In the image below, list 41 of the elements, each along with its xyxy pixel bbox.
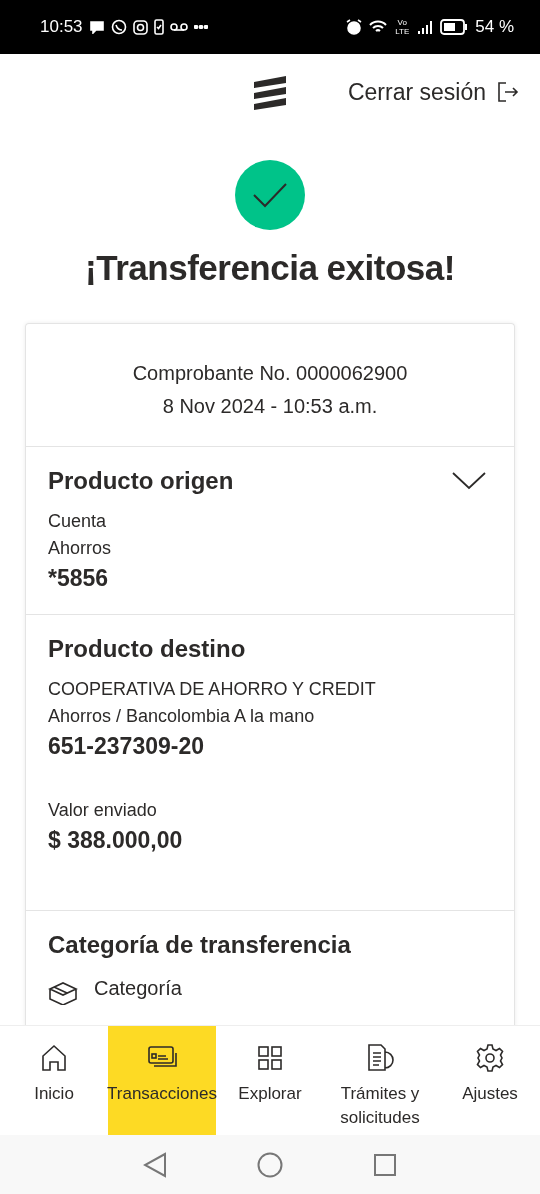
account-number: *5856 <box>48 565 110 592</box>
nav-tab[interactable]: Inicio <box>0 1026 108 1135</box>
nav-tab[interactable]: Trámites y solicitudes <box>324 1026 436 1135</box>
chevron-down-icon[interactable] <box>452 472 486 490</box>
network-label: Vo LTE <box>394 18 411 36</box>
home-circle-icon[interactable] <box>257 1151 283 1178</box>
success-title: ¡Transferencia exitosa! <box>84 248 456 288</box>
logo-icon <box>251 76 289 110</box>
nav-tab[interactable]: Ajustes <box>436 1026 540 1135</box>
back-icon[interactable] <box>143 1151 167 1178</box>
nav-tab[interactable]: Explorar <box>216 1026 324 1135</box>
phone-chat-icon <box>110 19 127 35</box>
camera-icon <box>132 19 148 35</box>
settings-icon <box>474 1042 506 1074</box>
section-title: Producto destino <box>48 635 247 663</box>
account-number: 651-237309-20 <box>48 733 206 760</box>
wifi-icon <box>369 20 388 34</box>
more-dots-icon <box>193 25 208 29</box>
receipt-number: Comprobante No. 0000062900 <box>132 362 408 385</box>
logout-icon <box>496 80 520 104</box>
recents-icon[interactable] <box>373 1152 397 1177</box>
detail-text: COOPERATIVA DE AHORRO Y CREDIT <box>48 679 377 700</box>
voicemail-icon <box>169 22 188 32</box>
battery-icon <box>440 19 469 35</box>
phone-check-icon <box>153 19 164 35</box>
logout-button[interactable]: Cerrar sesión <box>347 78 520 106</box>
detail-text: Ahorros <box>48 538 113 559</box>
signal-icon <box>417 20 434 34</box>
detail-text: Ahorros / Bancolombia A la mano <box>48 706 316 727</box>
clock-time: 10:53 <box>40 17 83 37</box>
battery-percent: 54 % <box>475 17 514 37</box>
chat-bubble-icon <box>88 20 105 34</box>
section-title: Categoría de transferencia <box>48 931 352 959</box>
category-label: Categoría <box>94 977 182 1000</box>
checkmark-icon <box>252 181 288 209</box>
receipt-date: 8 Nov 2024 - 10:53 a.m. <box>162 395 378 418</box>
section-title: Producto origen <box>48 467 234 495</box>
amount-label: Valor enviado <box>48 800 158 821</box>
alarm-icon <box>346 19 363 35</box>
detail-text: Cuenta <box>48 511 108 532</box>
amount-value: $ 388.000,00 <box>48 827 184 854</box>
